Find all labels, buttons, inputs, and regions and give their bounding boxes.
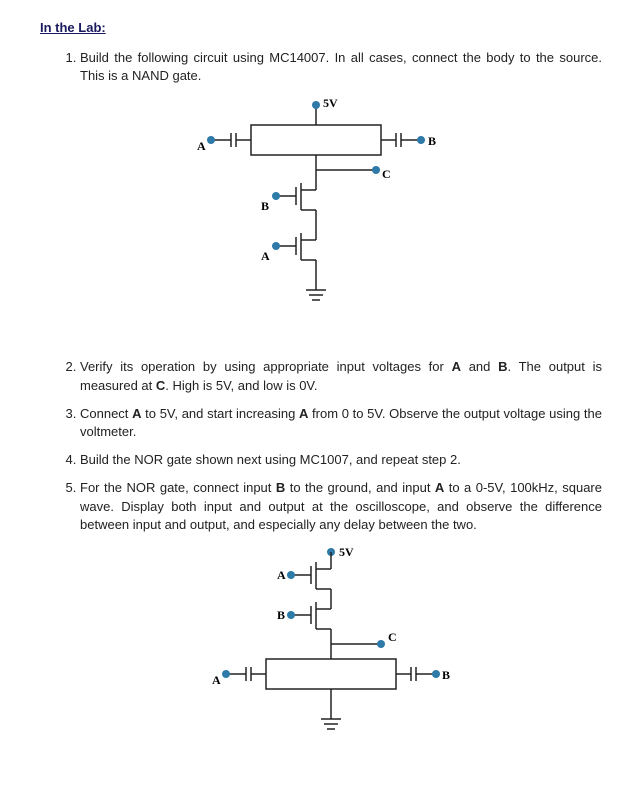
bold-a: A (132, 406, 141, 421)
step-5: For the NOR gate, connect input B to the… (80, 479, 602, 534)
step-3: Connect A to 5V, and start increasing A … (80, 405, 602, 441)
label-a-top: A (197, 139, 206, 153)
bold-a: A (435, 480, 444, 495)
label-a-bot: A (212, 673, 221, 687)
text: to 5V, and start increasing (142, 406, 299, 421)
label-a-bot: A (261, 249, 270, 263)
step-4: Build the NOR gate shown next using MC10… (80, 451, 602, 469)
bold-a: A (452, 359, 461, 374)
label-b-top: B (277, 608, 285, 622)
text: For the NOR gate, connect input (80, 480, 276, 495)
text: Verify its operation by using appropriat… (80, 359, 452, 374)
nor-circuit-diagram: 5V A B C A B (40, 544, 602, 747)
step-2: Verify its operation by using appropriat… (80, 358, 602, 394)
instruction-list-cont: Verify its operation by using appropriat… (40, 358, 602, 534)
instruction-list: Build the following circuit using MC1400… (40, 49, 602, 85)
text: Connect (80, 406, 132, 421)
nand-circuit-diagram: 5V A B C B A (40, 95, 602, 338)
bold-a2: A (299, 406, 308, 421)
label-a-top: A (277, 568, 286, 582)
text: . High is 5V, and low is 0V. (165, 378, 317, 393)
section-title: In the Lab: (40, 20, 602, 35)
step-1: Build the following circuit using MC1400… (80, 49, 602, 85)
label-c: C (382, 167, 391, 181)
vcc-label: 5V (323, 96, 338, 110)
bold-b: B (498, 359, 507, 374)
bold-b: B (276, 480, 285, 495)
text: to the ground, and input (285, 480, 435, 495)
text: and (461, 359, 498, 374)
vcc-label: 5V (339, 545, 354, 559)
label-b-mid: B (261, 199, 269, 213)
label-c: C (388, 630, 397, 644)
bold-c: C (156, 378, 165, 393)
label-b-right: B (428, 134, 436, 148)
label-b-right: B (442, 668, 450, 682)
